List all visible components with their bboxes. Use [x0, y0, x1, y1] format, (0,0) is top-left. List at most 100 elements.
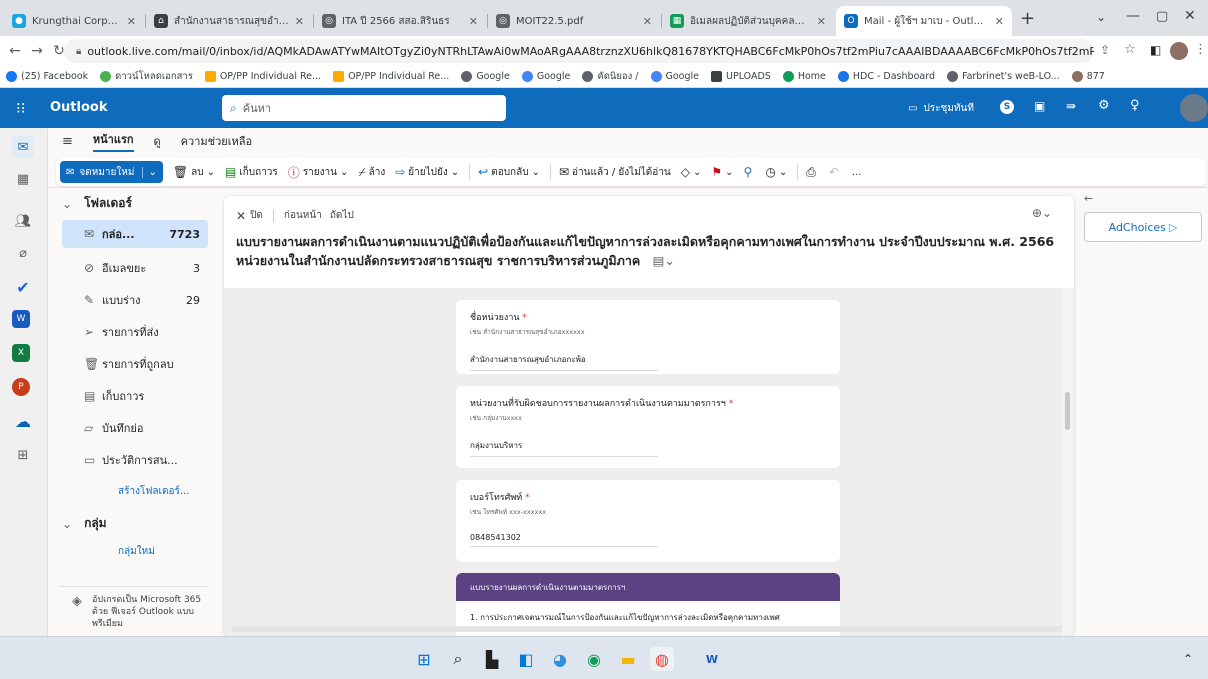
excel-icon[interactable]: X — [12, 344, 30, 362]
move-to-button[interactable]: ⇨ ย้ายไปยัง ⌄ — [395, 165, 459, 180]
mail-icon[interactable]: ✉ — [12, 136, 34, 158]
windows-start-icon[interactable]: ⊞ — [412, 647, 436, 671]
groups-header[interactable]: ⌄ กลุ่ม — [62, 514, 107, 533]
sidebar-icon[interactable]: ◧ — [1150, 43, 1161, 57]
undo-button[interactable]: ↶ — [829, 165, 842, 179]
more-button[interactable]: ... — [852, 167, 862, 178]
bookmark[interactable]: Home — [782, 71, 826, 82]
close-icon[interactable]: ✕ — [995, 15, 1004, 28]
delete-button[interactable]: 🗑︎ ลบ ⌄ — [173, 165, 215, 180]
bookmark[interactable]: Farbrinet's weB-LO... — [946, 71, 1060, 82]
next-button[interactable]: ถัดไป — [330, 208, 354, 223]
search-icon[interactable]: ⌕ — [446, 647, 470, 671]
tab-home[interactable]: หน้าแรก — [92, 130, 134, 152]
skype-icon[interactable]: S — [1000, 100, 1014, 114]
search-input[interactable]: ⌕ ค้นหา — [222, 95, 506, 121]
account-avatar[interactable] — [1180, 94, 1208, 122]
forward-icon[interactable]: → — [26, 43, 48, 59]
settings-gear-icon[interactable]: ⚙ — [1098, 98, 1110, 113]
feedback-icon[interactable]: ⇛ — [1066, 99, 1076, 113]
browser-tab[interactable]: ▦ อิเมลผลปฏิบัติส่วนบุคคลของ ✕ — [662, 6, 834, 36]
word-icon[interactable]: W — [700, 647, 724, 671]
new-group-link[interactable]: กลุ่มใหม่ — [118, 544, 155, 559]
browser-tab[interactable]: ◎ MOIT22.5.pdf ✕ — [488, 6, 660, 36]
restore-icon[interactable]: ▢ — [1156, 9, 1168, 24]
file-explorer-icon[interactable]: ▬ — [616, 647, 640, 671]
share-icon[interactable]: ⇪ — [1100, 43, 1110, 57]
task-view-icon[interactable]: ▙ — [480, 647, 504, 671]
folder-notes[interactable]: ▱ บันทึกย่อ — [62, 414, 208, 442]
close-icon[interactable]: ✕ — [643, 15, 652, 28]
word-icon[interactable]: W — [12, 310, 30, 328]
app-launcher-icon[interactable]: ⁝⁝ — [16, 99, 26, 117]
back-icon[interactable]: ← — [4, 43, 26, 59]
chevron-down-icon[interactable]: ⌄ — [142, 166, 157, 178]
folder-drafts[interactable]: ✎ แบบร่าง 29 — [62, 286, 208, 314]
chat-icon[interactable]: ◕ — [548, 647, 572, 671]
new-tab-button[interactable]: + — [1020, 8, 1035, 29]
people-icon[interactable]: 👥︎ — [12, 210, 34, 232]
folder-deleted[interactable]: 🗑︎ รายการที่ถูกลบ — [62, 350, 208, 378]
bookmark[interactable]: OP/PP Individual Re... — [204, 71, 321, 82]
print-button[interactable]: ⎙ — [806, 165, 819, 180]
edge-icon[interactable]: ◉ — [582, 647, 606, 671]
bookmark[interactable]: คัดนิยอง / — [582, 69, 639, 84]
bookmark[interactable]: (25) Facebook — [6, 71, 88, 82]
more-apps-icon[interactable]: ⊞ — [12, 444, 34, 466]
calendar-icon[interactable]: ▦ — [12, 168, 34, 190]
reply-button[interactable]: ↩ ตอบกลับ ⌄ — [478, 165, 540, 180]
browser-tab[interactable]: ● Krungthai Corporate Onlin ✕ — [4, 6, 144, 36]
minimize-icon[interactable]: — — [1126, 8, 1140, 24]
zoom-icon[interactable]: ⊕⌄ — [1032, 206, 1052, 220]
folders-header[interactable]: ⌄ โฟลเดอร์ — [62, 194, 132, 213]
read-unread-button[interactable]: ✉ อ่านแล้ว / ยังไม่ได้อ่าน — [559, 165, 671, 180]
tag-button[interactable]: ◇ ⌄ — [681, 165, 702, 179]
folder-sent[interactable]: ➢ รายการที่ส่ง — [62, 318, 208, 346]
report-button[interactable]: ⓘ รายงาน ⌄ — [288, 164, 349, 181]
todo-check-icon[interactable]: ✔ — [12, 276, 34, 298]
close-button[interactable]: ปิด — [250, 208, 263, 223]
star-icon[interactable]: ☆ — [1124, 42, 1136, 57]
chevron-up-icon[interactable]: ⌃ — [1176, 647, 1200, 671]
bookmark[interactable]: Google — [521, 71, 570, 82]
tab-search-icon[interactable]: ⌄ — [1096, 10, 1106, 24]
teams-icon[interactable]: ▣ — [1034, 99, 1045, 113]
widgets-icon[interactable]: ◧ — [514, 647, 538, 671]
folder-archive[interactable]: ▤ เก็บถาวร — [62, 382, 208, 410]
adchoices-button[interactable]: AdChoices ▷ — [1084, 212, 1202, 242]
archive-button[interactable]: ▤ เก็บถาวร — [225, 165, 278, 180]
bookmark[interactable]: Google — [461, 71, 510, 82]
previous-button[interactable]: ก่อนหน้า — [284, 208, 322, 223]
window-close-icon[interactable]: ✕ — [1184, 8, 1196, 24]
summary-icon[interactable]: ▤⌄ — [653, 253, 675, 268]
tab-view[interactable]: ดู — [154, 132, 161, 150]
new-mail-button[interactable]: ✉ จดหมายใหม่ ⌄ — [60, 161, 163, 183]
browser-tab[interactable]: ◎ ITA ปี 2566 สสอ.สิรินธร ✕ — [314, 6, 486, 36]
folder-inbox[interactable]: ✉ กล่อ... 7723 — [62, 220, 208, 248]
bookmark[interactable]: OP/PP Individual Re... — [333, 71, 449, 82]
url-field[interactable]: 🔒︎ outlook.live.com/mail/0/inbox/id/AQMk… — [64, 39, 1094, 63]
create-folder-link[interactable]: สร้างโฟลเดอร์... — [118, 484, 189, 499]
hamburger-icon[interactable]: ≡ — [62, 134, 73, 149]
powerpoint-icon[interactable]: P — [12, 378, 30, 396]
chrome-icon[interactable]: ◍ — [650, 647, 674, 671]
close-icon[interactable]: ✕ — [127, 15, 136, 28]
tips-icon[interactable]: ♀ — [1130, 98, 1140, 113]
attachment-icon[interactable]: ⌀ — [12, 242, 34, 264]
close-icon[interactable]: ✕ — [236, 209, 246, 223]
pin-button[interactable]: ⚲ — [744, 165, 756, 179]
close-icon[interactable]: ✕ — [469, 15, 478, 28]
scrollbar-thumb[interactable] — [1065, 392, 1070, 430]
bookmark[interactable]: ดาวน์โหลดเอกสาร — [100, 69, 193, 84]
bookmark[interactable]: HDC - Dashboard — [837, 71, 935, 82]
menu-icon[interactable]: ⋮ — [1194, 42, 1207, 57]
snooze-button[interactable]: ◷ ⌄ — [765, 165, 787, 179]
bookmark[interactable]: Google — [650, 71, 699, 82]
browser-tab[interactable]: ⌂ สำนักงานสาธารณสุขอำเภอกะ ✕ — [146, 6, 312, 36]
flag-button[interactable]: ⚑ ⌄ — [711, 165, 733, 179]
folder-conversation-history[interactable]: ▭ ประวัติการสน... — [62, 446, 208, 474]
vertical-scrollbar[interactable] — [1062, 288, 1074, 636]
profile-avatar[interactable] — [1170, 42, 1188, 60]
app-name[interactable]: Outlook — [50, 100, 107, 115]
tab-help[interactable]: ความช่วยเหลือ — [181, 132, 252, 150]
